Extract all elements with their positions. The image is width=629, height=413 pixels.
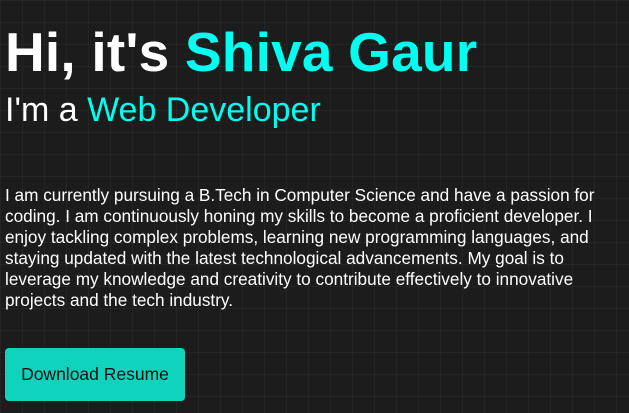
greeting-heading: Hi, it's Shiva Gaur (5, 20, 477, 84)
developer-name: Shiva Gaur (184, 21, 478, 83)
role-prefix: I'm a (5, 91, 88, 129)
role-title: Web Developer (87, 91, 321, 129)
role-heading: I'm a Web Developer (5, 90, 321, 130)
greeting-prefix: Hi, it's (5, 21, 185, 83)
about-paragraph: I am currently pursuing a B.Tech in Comp… (5, 185, 595, 310)
download-resume-button[interactable]: Download Resume (5, 348, 185, 401)
